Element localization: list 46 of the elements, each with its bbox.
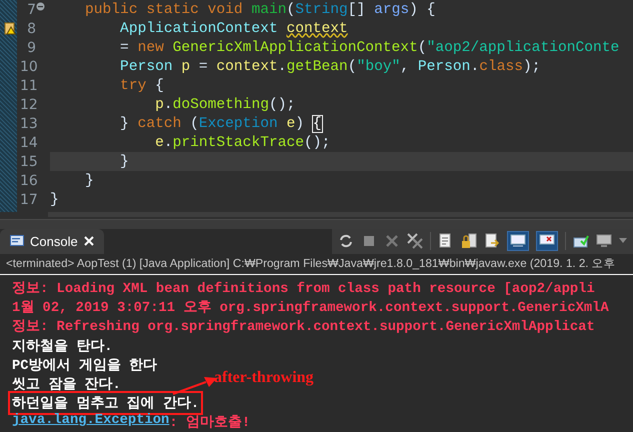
code-line: public static void main(String[] args) { — [84, 0, 436, 19]
document-icon[interactable] — [484, 233, 500, 249]
process-status: <terminated> AopTest (1) [Java Application] C:₩Program Files₩Java₩jre1.8.0_181₩bin₩javaw.exe (2019. 1. 2. 오후 — [0, 254, 633, 274]
line-number: 17 — [20, 192, 36, 208]
console-tab[interactable]: Console — [0, 228, 104, 254]
code-line: = new GenericXmlApplicationContext("aop2/applicationConte — [119, 38, 620, 57]
code-line: } — [50, 190, 60, 209]
line-number: 7 — [26, 2, 36, 18]
code-line: } — [84, 172, 95, 190]
collapse-icon[interactable] — [36, 2, 45, 11]
line-number: 16 — [20, 172, 36, 188]
output-text: 하던일을 멈추고 집에 간다. — [12, 395, 200, 412]
stop-icon[interactable] — [361, 233, 377, 249]
line-number: 11 — [20, 78, 36, 94]
window-icon[interactable] — [507, 231, 529, 251]
refresh-icon[interactable] — [338, 233, 354, 249]
line-number: 10 — [20, 58, 36, 74]
line-number: 13 — [20, 116, 36, 132]
monitor-icon[interactable] — [596, 233, 612, 249]
code-line: } catch (Exception e) { — [119, 114, 323, 133]
line-number: 15 — [20, 154, 36, 170]
error-text: 정보: Refreshing org.springframework.context.support.GenericXmlApplicat — [12, 318, 595, 336]
code-line: ApplicationContext context — [119, 20, 349, 38]
error-text: : 엄마호출! — [169, 414, 250, 432]
output-text: 지하철을 탄다. — [12, 338, 113, 355]
warning-icon — [4, 22, 16, 35]
line-number: 9 — [26, 40, 36, 56]
error-text: 정보: Loading XML bean definitions from class path resource [aop2/appli — [12, 280, 595, 298]
code-line: try { — [119, 76, 165, 95]
annotation-label: after-throwing — [214, 368, 314, 386]
line-number: 8 — [26, 20, 36, 36]
remove-all-icon[interactable] — [407, 233, 423, 249]
output-text: PC방에서 게임을 한다 — [12, 357, 158, 374]
code-line: p.doSomething(); — [154, 96, 296, 114]
code-line: Person p = context.getBean("boy", Person.class); — [119, 58, 542, 76]
caret-icon[interactable] — [619, 238, 627, 244]
output-text: 씻고 잠을 잔다. — [12, 376, 121, 394]
code-line: e.printStackTrace(); — [154, 134, 332, 152]
line-number: 12 — [20, 96, 36, 112]
code-editor[interactable] — [0, 0, 633, 219]
window-error-icon[interactable] — [536, 231, 558, 251]
lock-icon[interactable] — [461, 233, 477, 249]
console-icon — [10, 234, 24, 248]
error-text: 1월 02, 2019 3:07:11 오후 org.springframework.context.support.GenericXmlA — [12, 299, 609, 316]
exception-link[interactable]: java.lang.Exception — [12, 413, 170, 432]
line-number: 14 — [20, 134, 36, 150]
